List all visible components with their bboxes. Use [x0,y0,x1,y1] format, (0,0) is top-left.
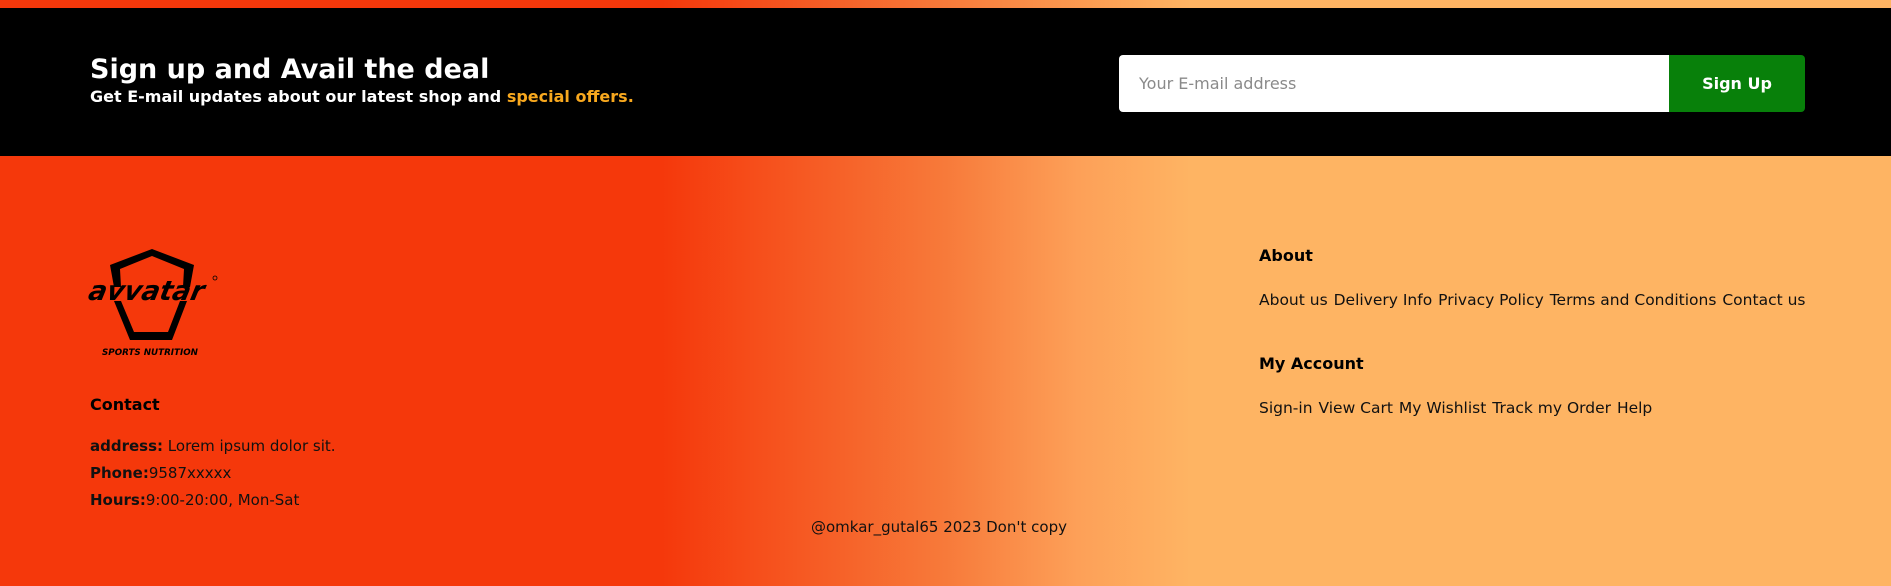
phone-label: Phone: [90,464,149,482]
about-heading: About [1259,246,1313,265]
link-help[interactable]: Help [1617,399,1652,417]
newsletter-banner: Sign up and Avail the deal Get E-mail up… [0,8,1891,156]
address-label: address: [90,437,164,455]
link-about-us[interactable]: About us [1259,291,1328,309]
link-sign-in[interactable]: Sign-in [1259,399,1313,417]
hours-value: 9:00-20:00, Mon-Sat [145,491,300,509]
contact-phone: Phone:9587xxxxx [90,464,231,482]
link-terms-and-conditions[interactable]: Terms and Conditions [1550,291,1717,309]
sign-up-button[interactable]: Sign Up [1669,55,1805,112]
newsletter-title: Sign up and Avail the deal [90,54,490,85]
account-links: Sign-in View Cart My Wishlist Track my O… [1259,399,1653,417]
my-account-heading: My Account [1259,354,1364,373]
hours-label: Hours: [90,491,146,509]
link-view-cart[interactable]: View Cart [1318,399,1392,417]
email-input[interactable] [1119,55,1669,112]
logo-mark-icon: avvatar SPORTS NUTRITION [86,249,218,358]
newsletter-subtitle-text: Get E-mail updates about our latest shop… [90,87,507,106]
special-offers-highlight: special offers. [506,87,634,106]
link-contact-us[interactable]: Contact us [1722,291,1805,309]
svg-text:SPORTS NUTRITION: SPORTS NUTRITION [102,348,198,358]
avvatar-logo[interactable]: avvatar SPORTS NUTRITION [86,245,220,360]
top-accent-strip [0,0,1891,8]
copyright-text: @omkar_gutal65 2023 Don't copy [811,518,1067,536]
link-my-wishlist[interactable]: My Wishlist [1399,399,1486,417]
newsletter-subtitle: Get E-mail updates about our latest shop… [90,87,634,107]
contact-address: address: Lorem ipsum dolor sit. [90,437,336,455]
address-value: Lorem ipsum dolor sit. [163,437,336,455]
link-privacy-policy[interactable]: Privacy Policy [1438,291,1544,309]
about-links: About us Delivery Info Privacy Policy Te… [1259,291,1807,309]
contact-hours: Hours:9:00-20:00, Mon-Sat [90,491,299,509]
svg-text:avvatar: avvatar [88,276,209,307]
contact-heading: Contact [90,395,160,414]
link-track-my-order[interactable]: Track my Order [1492,399,1611,417]
phone-value: 9587xxxxx [148,464,232,482]
link-delivery-info[interactable]: Delivery Info [1334,291,1433,309]
